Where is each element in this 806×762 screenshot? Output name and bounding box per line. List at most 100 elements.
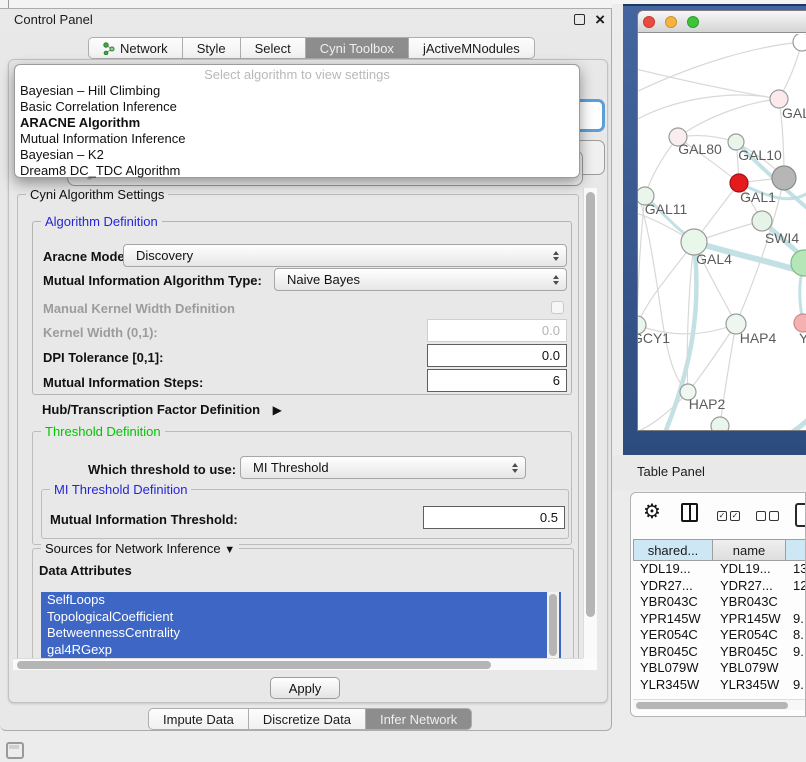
mi-steps-field[interactable]: 6 (427, 369, 567, 392)
attributes-scrollbar[interactable] (547, 592, 559, 659)
network-node[interactable] (752, 211, 772, 231)
deselect-all-checkboxes-icon[interactable] (756, 511, 779, 521)
table-cell[interactable]: YDL19... (633, 561, 713, 578)
algorithm-option[interactable]: Bayesian – Hill Climbing (15, 83, 579, 99)
manual-kernel-checkbox[interactable] (551, 301, 564, 314)
table-cell[interactable]: YBL079W (633, 660, 713, 677)
close-traffic-light-icon[interactable] (643, 16, 655, 28)
tab-select[interactable]: Select (241, 37, 306, 59)
hub-definition-label: Hub/Transcription Factor Definition (42, 402, 260, 417)
table-cell[interactable]: YPR145W (633, 611, 713, 628)
table-cell[interactable]: YER054C (633, 627, 713, 644)
table-cell[interactable]: YLR345W (713, 677, 786, 694)
algorithm-option[interactable]: Basic Correlation Inference (15, 99, 579, 115)
algorithm-option[interactable]: Mutual Information Inference (15, 131, 579, 147)
table-cell[interactable]: 9 (786, 693, 806, 694)
table-cell[interactable]: YDL19... (713, 561, 786, 578)
select-all-checkboxes-icon[interactable]: ✓ ✓ (717, 511, 740, 521)
table-cell[interactable]: YER054C (713, 627, 786, 644)
table-cell[interactable]: YBR045C (713, 644, 786, 661)
algorithm-option[interactable]: Dream8 DC_TDC Algorithm (15, 163, 579, 179)
scrollbar-thumb[interactable] (636, 702, 788, 709)
attribute-item[interactable]: TopologicalCoefficient (41, 609, 561, 626)
algorithm-option[interactable]: ARACNE Algorithm (15, 115, 579, 131)
table-cell[interactable]: 8. (786, 627, 806, 644)
aracne-mode-select[interactable]: Discovery (123, 244, 567, 267)
table-cell[interactable]: YIL052C (633, 693, 713, 694)
tab-discretize-data[interactable]: Discretize Data (249, 708, 366, 730)
mi-threshold-field[interactable]: 0.5 (423, 506, 565, 529)
data-attributes-list[interactable]: SelfLoopsTopologicalCoefficientBetweenne… (41, 592, 561, 659)
attribute-item[interactable]: SelfLoops (41, 592, 561, 609)
table-cell[interactable] (786, 660, 806, 677)
table-cell[interactable]: YDR27... (713, 578, 786, 595)
apply-button[interactable]: Apply (270, 677, 340, 699)
table-cell[interactable]: YPR145W (713, 611, 786, 628)
kernel-width-field[interactable]: 0.0 (427, 319, 567, 342)
table-cell[interactable]: YBR045C (633, 644, 713, 661)
attribute-item[interactable]: gal4RGexp (41, 642, 561, 659)
tab-style[interactable]: Style (183, 37, 241, 59)
network-node[interactable] (772, 166, 796, 190)
split-columns-icon[interactable] (681, 503, 698, 522)
table-row[interactable]: YBL079WYBL079W (633, 660, 806, 677)
dpi-tolerance-field[interactable]: 0.0 (427, 344, 567, 367)
collapse-arrow-icon[interactable]: ▼ (224, 544, 235, 556)
table-cell[interactable]: 9. (786, 611, 806, 628)
apply-button-label: Apply (289, 681, 322, 696)
table-row[interactable]: YLR345WYLR345W9. (633, 677, 806, 694)
tab-impute-data[interactable]: Impute Data (148, 708, 249, 730)
scrollbar-thumb[interactable] (17, 661, 491, 669)
zoom-traffic-light-icon[interactable] (687, 16, 699, 28)
table-row[interactable]: YDR27...YDR27...12 (633, 578, 806, 595)
table-row[interactable]: YBR043CYBR043C (633, 594, 806, 611)
tab-infer-network[interactable]: Infer Network (366, 708, 472, 730)
column-header-partial[interactable] (786, 539, 806, 561)
table-cell[interactable]: YIL052C (713, 693, 786, 694)
table-cell[interactable]: 9. (786, 644, 806, 661)
close-icon[interactable]: × (595, 10, 605, 30)
table-cell[interactable]: YLR345W (633, 677, 713, 694)
float-window-icon[interactable] (574, 14, 585, 25)
table-row[interactable]: YDL19...YDL19...13 (633, 561, 806, 578)
table-cell[interactable]: YBR043C (633, 594, 713, 611)
network-node[interactable] (791, 250, 806, 276)
which-threshold-select[interactable]: MI Threshold (240, 456, 526, 479)
horizontal-scrollbar[interactable] (13, 658, 583, 670)
hub-definition-toggle[interactable]: Hub/Transcription Factor Definition ▶ (42, 401, 282, 419)
network-window-titlebar[interactable] (638, 11, 806, 33)
attribute-item[interactable]: BetweennessCentrality (41, 625, 561, 642)
table-row[interactable]: YIL052CYIL052C9 (633, 693, 806, 694)
tab-jactivemnodules[interactable]: jActiveMNodules (409, 37, 535, 59)
tab-cyni-toolbox[interactable]: Cyni Toolbox (306, 37, 409, 59)
network-node[interactable] (793, 34, 806, 51)
panel-icon[interactable] (795, 503, 806, 527)
scrollbar-thumb[interactable] (586, 192, 595, 617)
minimize-traffic-light-icon[interactable] (665, 16, 677, 28)
vertical-scrollbar[interactable] (583, 188, 597, 658)
table-panel: ⚙ ✓ ✓ shared... name YDL19...YDL19...13Y… (630, 492, 806, 717)
network-canvas[interactable]: GALGAL80GAL10GAL1GAL11SWI4GAL4GCY1HAP4YH… (638, 34, 806, 431)
mi-type-select[interactable]: Naive Bayes (274, 268, 567, 291)
data-attributes-label: Data Attributes (39, 563, 132, 578)
table-cell[interactable]: 12 (786, 578, 806, 595)
table-cell[interactable]: YDR27... (633, 578, 713, 595)
manual-kernel-label: Manual Kernel Width Definition (43, 301, 235, 316)
table-horizontal-scrollbar[interactable] (633, 699, 805, 710)
column-header-name[interactable]: name (713, 539, 786, 561)
table-cell[interactable]: YBR043C (713, 594, 786, 611)
scrollbar-thumb[interactable] (549, 594, 557, 656)
table-cell[interactable] (786, 594, 806, 611)
table-cell[interactable]: 9. (786, 677, 806, 694)
gear-icon[interactable]: ⚙ (643, 499, 661, 524)
table-cell[interactable]: YBL079W (713, 660, 786, 677)
table-row[interactable]: YBR045CYBR045C9. (633, 644, 806, 661)
column-header-shared-name[interactable]: shared... (633, 539, 713, 561)
network-node[interactable] (711, 417, 729, 431)
dock-icon[interactable] (6, 742, 24, 759)
table-cell[interactable]: 13 (786, 561, 806, 578)
tab-network[interactable]: Network (88, 37, 183, 59)
algorithm-option[interactable]: Bayesian – K2 (15, 147, 579, 163)
table-row[interactable]: YPR145WYPR145W9. (633, 611, 806, 628)
table-row[interactable]: YER054CYER054C8. (633, 627, 806, 644)
